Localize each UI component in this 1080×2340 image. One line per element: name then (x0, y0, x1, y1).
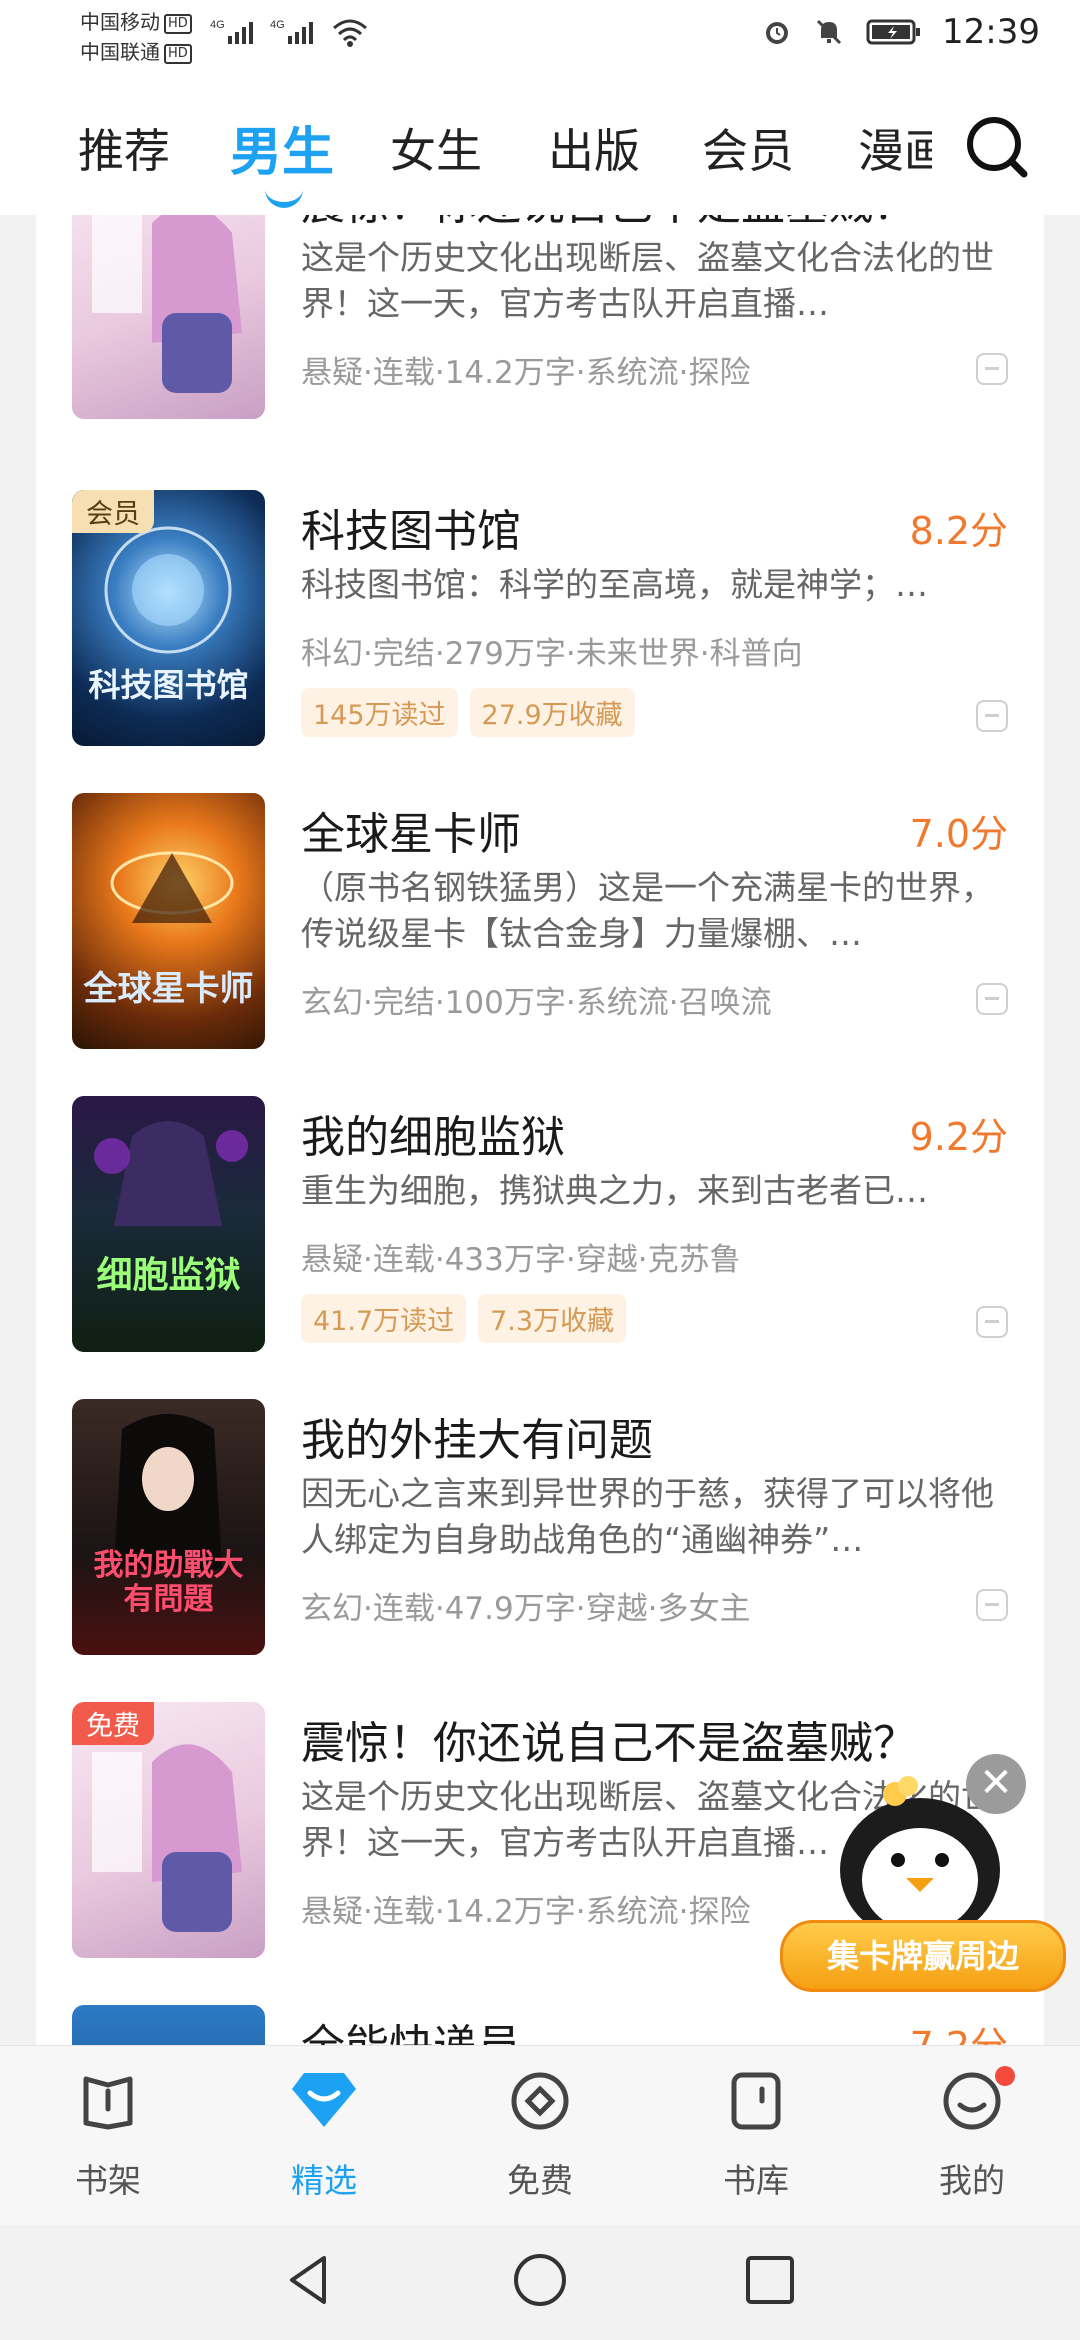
book-title: 全球星卡师 (301, 809, 521, 860)
book-cover[interactable]: 科技图书馆 会员 (72, 490, 265, 746)
free-icon (505, 2066, 575, 2136)
vip-badge: 会员 (72, 490, 154, 533)
book-score: 9.2分 (909, 1115, 1008, 1159)
book-cover[interactable] (72, 2005, 265, 2045)
nav-featured[interactable]: 精选 (259, 2066, 389, 2202)
book-cover[interactable]: 细胞监狱 (72, 1096, 265, 1352)
collect-count: 27.9万收藏 (469, 688, 635, 737)
status-bar: 中国移动 HD 中国联通 HD 4G 4G 12:39 (0, 0, 1080, 70)
book-description: 因无心之言来到异世界的于慈，获得了可以将他人绑定为自身助战角色的“通幽神券”… (301, 1474, 994, 1559)
collapse-icon[interactable] (976, 700, 1008, 732)
signal-1-icon: 4G (210, 16, 260, 52)
book-meta: 悬疑·连载·14.2万字·系统流·探险 (301, 355, 751, 391)
cover-text: 全球星卡师 (83, 969, 254, 1009)
book-item[interactable]: 我的助戰大有問題 我的外挂大有问题 因无心之言来到异世界的于慈，获得了可以将他人… (36, 1399, 1044, 1702)
carrier-2: 中国联通 HD (80, 36, 192, 65)
book-cover[interactable]: 我的助戰大有問題 (72, 1399, 265, 1655)
book-item[interactable]: 细胞监狱 我的细胞监狱 9.2分 重生为细胞，携狱典之力，来到古老者已… 悬疑·… (36, 1096, 1044, 1399)
book-cover[interactable]: 免费 (72, 215, 265, 419)
cover-text: 我的助戰大有問題 (93, 1548, 244, 1617)
nav-profile[interactable]: 我的 (907, 2066, 1037, 2202)
book-score: 7.0分 (909, 812, 1008, 856)
book-stats: 145万读过 27.9万收藏 (301, 688, 635, 737)
active-tab-indicator (265, 188, 303, 208)
close-icon[interactable]: ✕ (966, 1754, 1026, 1814)
book-score: 8.2分 (909, 509, 1008, 553)
book-title: 我的外挂大有问题 (301, 1415, 653, 1466)
book-stats: 41.7万读过 7.3万收藏 (301, 1294, 627, 1343)
book-meta: 悬疑·连载·14.2万字·系统流·探险 (301, 1894, 751, 1930)
collapse-icon[interactable] (976, 1306, 1008, 1338)
book-meta: 玄幻·连载·47.9万字·穿越·多女主 (301, 1591, 751, 1627)
clock: 12:39 (942, 12, 1040, 52)
recents-icon[interactable] (740, 2250, 800, 2310)
collapse-icon[interactable] (976, 983, 1008, 1015)
book-item[interactable]: 科技图书馆 会员 科技图书馆 8.2分 科技图书馆：科学的至高境，就是神学；… … (36, 490, 1044, 793)
bottom-nav: 书架 精选 免费 书库 我的 (0, 2045, 1080, 2226)
book-score: 7.2分 (910, 2015, 1008, 2045)
battery-icon (864, 15, 924, 49)
book-item[interactable]: 全球星卡师 全球星卡师 7.0分 （原书名钢铁猛男）这是一个充满星卡的世界，传说… (36, 793, 1044, 1096)
notification-dot (995, 2066, 1015, 2086)
promo-label[interactable]: 集卡牌赢周边 (780, 1920, 1066, 1992)
signal-2-icon: 4G (270, 16, 320, 52)
book-description: （原书名钢铁猛男）这是一个充满星卡的世界，传说级星卡【钛合金身】力量爆棚、… (301, 868, 994, 953)
book-cover[interactable]: 免费 (72, 1702, 265, 1958)
book-title: 全能快递员 (301, 2010, 521, 2045)
book-meta: 玄幻·完结·100万字·系统流·召唤流 (301, 985, 772, 1021)
back-icon[interactable] (280, 2250, 340, 2310)
collapse-icon[interactable] (976, 353, 1008, 385)
book-item[interactable]: 免费 震惊！你还说自己不是盗墓贼？ 这是个历史文化出现断层、盗墓文化合法化的世界… (36, 215, 1044, 466)
book-description: 科技图书馆：科学的至高境，就是神学；… (301, 565, 928, 604)
system-nav-bar (0, 2225, 1080, 2340)
home-icon[interactable] (510, 2250, 570, 2310)
nav-bookshelf[interactable]: 书架 (43, 2066, 173, 2202)
bookshelf-icon (73, 2066, 143, 2136)
book-description: 这是个历史文化出现断层、盗墓文化合法化的世界！这一天，官方考古队开启直播… (301, 238, 994, 323)
book-title: 震惊！你还说自己不是盗墓贼？ (301, 215, 917, 232)
book-description: 重生为细胞，携狱典之力，来到古老者已… (301, 1171, 928, 1210)
book-meta: 悬疑·连载·433万字·穿越·克苏鲁 (301, 1242, 741, 1278)
svg-text:4G: 4G (270, 19, 285, 31)
read-count: 145万读过 (301, 688, 458, 737)
library-icon (721, 2066, 791, 2136)
book-title: 科技图书馆 (301, 506, 521, 557)
wifi-icon (330, 16, 370, 52)
alarm-icon (760, 15, 794, 49)
book-title: 我的细胞监狱 (301, 1112, 565, 1163)
collapse-icon[interactable] (976, 1589, 1008, 1621)
read-count: 41.7万读过 (301, 1294, 467, 1343)
search-icon[interactable] (962, 112, 1032, 182)
cover-text: 细胞监狱 (96, 1255, 241, 1296)
tab-recommend[interactable]: 推荐 (78, 115, 170, 181)
svg-text:4G: 4G (210, 19, 225, 31)
tab-comic[interactable]: 漫画 (858, 115, 932, 181)
tab-vip[interactable]: 会员 (702, 115, 794, 181)
mute-icon (812, 15, 846, 49)
book-item[interactable]: 全能快递员 7.2分 (36, 2005, 1044, 2045)
nav-library[interactable]: 书库 (691, 2066, 821, 2202)
cover-text: 科技图书馆 (88, 666, 249, 704)
free-badge: 免费 (72, 1702, 154, 1745)
book-cover[interactable]: 全球星卡师 (72, 793, 265, 1049)
tab-male[interactable]: 男生 (230, 110, 334, 185)
nav-free[interactable]: 免费 (475, 2066, 605, 2202)
book-meta: 科幻·完结·279万字·未来世界·科普向 (301, 636, 803, 672)
carrier-1: 中国移动 HD (80, 6, 192, 35)
collect-count: 7.3万收藏 (478, 1294, 627, 1343)
tab-publish[interactable]: 出版 (548, 115, 640, 181)
tab-female[interactable]: 女生 (390, 115, 482, 181)
featured-icon (289, 2066, 359, 2136)
category-tabs: 推荐 男生 女生 出版 会员 漫画 (0, 70, 1080, 215)
